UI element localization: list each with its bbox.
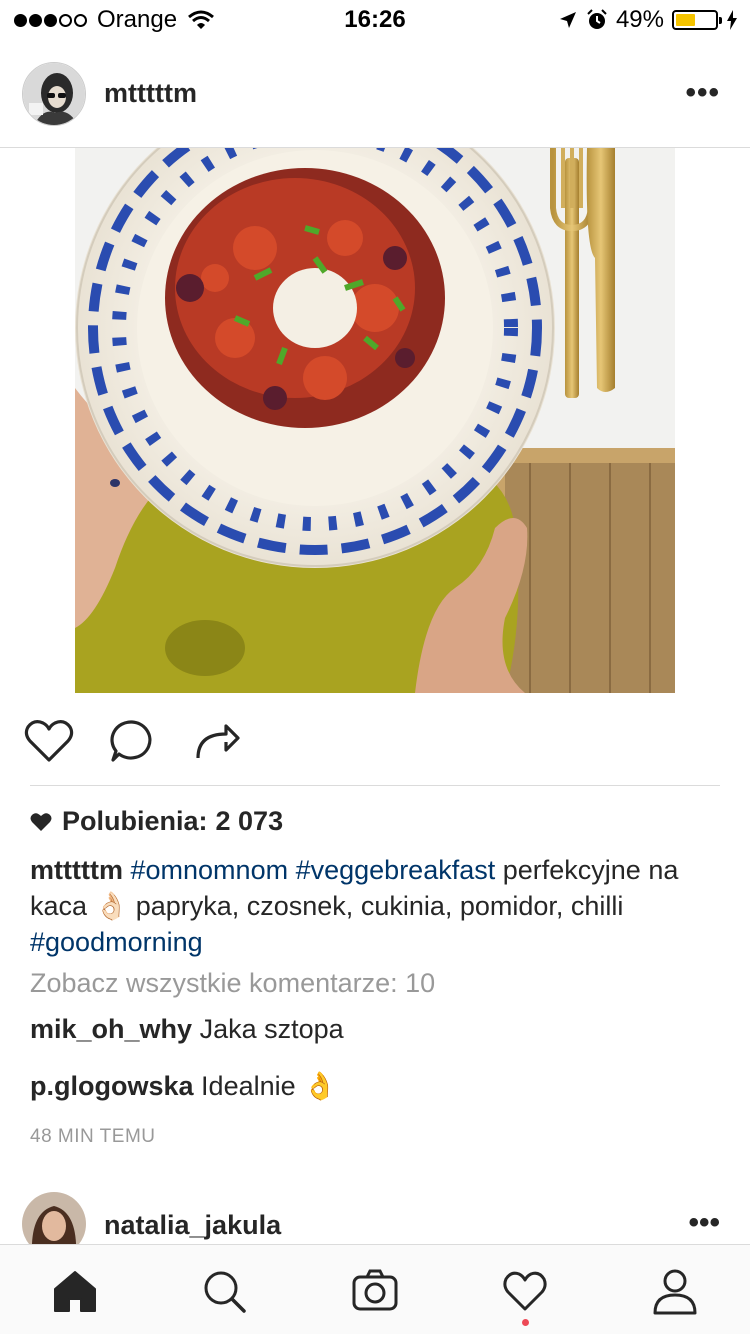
hashtag[interactable]: #omnomnom [131,855,289,885]
comment: p.glogowska Idealnie 👌 [30,1070,337,1102]
more-options-button[interactable]: ••• [685,76,720,110]
home-icon[interactable] [51,1267,99,1315]
more-options-button[interactable]: ••• [688,1206,720,1240]
alarm-icon [587,9,607,29]
hashtag[interactable]: #goodmorning [30,927,203,957]
heart-icon[interactable] [22,714,76,768]
caption-username[interactable]: mtttttm [30,855,123,885]
heart-filled-icon [30,812,52,831]
hashtag[interactable]: #veggebreakfast [296,855,496,885]
comment-text: Idealnie [201,1071,296,1101]
comment-username[interactable]: mik_oh_why [30,1014,192,1044]
comment-icon[interactable] [105,714,159,768]
battery-percent: 49% [615,6,664,33]
status-bar: Orange 16:26 49% [0,0,750,40]
battery-icon [672,10,722,30]
profile-icon[interactable] [651,1267,699,1315]
ok-hand-emoji: 👌 [303,1071,337,1101]
actions-divider [30,785,720,786]
share-icon[interactable] [190,714,244,768]
location-arrow-icon [559,12,576,28]
next-post-header: natalia_jakula ••• [0,1190,750,1244]
post-caption: mtttttm #omnomnom #veggebreakfast perfek… [30,852,720,960]
ok-hand-emoji: 👌🏻 [94,891,129,921]
comment-text: Jaka sztopa [199,1014,344,1044]
post-photo[interactable] [75,148,675,693]
caption-text: papryka, czosnek, cukinia, pomidor, chil… [135,891,624,921]
view-all-comments-link[interactable]: Zobacz wszystkie komentarze: 10 [30,968,435,999]
charging-bolt-icon [727,10,737,30]
search-icon[interactable] [200,1267,248,1315]
notification-dot [522,1319,529,1326]
tab-bar [0,1244,750,1334]
likes-count[interactable]: Polubienia: 2 073 [30,806,283,837]
post-header: mtttttm ••• [0,40,750,148]
likes-number: 2 073 [215,806,284,836]
post-actions [0,714,750,770]
avatar[interactable] [22,1192,86,1244]
heart-icon[interactable] [501,1267,549,1315]
avatar[interactable] [22,62,86,126]
post-username[interactable]: natalia_jakula [104,1210,281,1241]
likes-label: Polubienia: [62,806,208,836]
post-username[interactable]: mtttttm [104,78,197,109]
comment-username[interactable]: p.glogowska [30,1071,194,1101]
status-right: 49% [550,6,738,34]
camera-icon[interactable] [351,1267,399,1315]
post-timestamp: 48 MIN TEMU [30,1126,156,1147]
comment: mik_oh_why Jaka sztopa [30,1014,344,1045]
